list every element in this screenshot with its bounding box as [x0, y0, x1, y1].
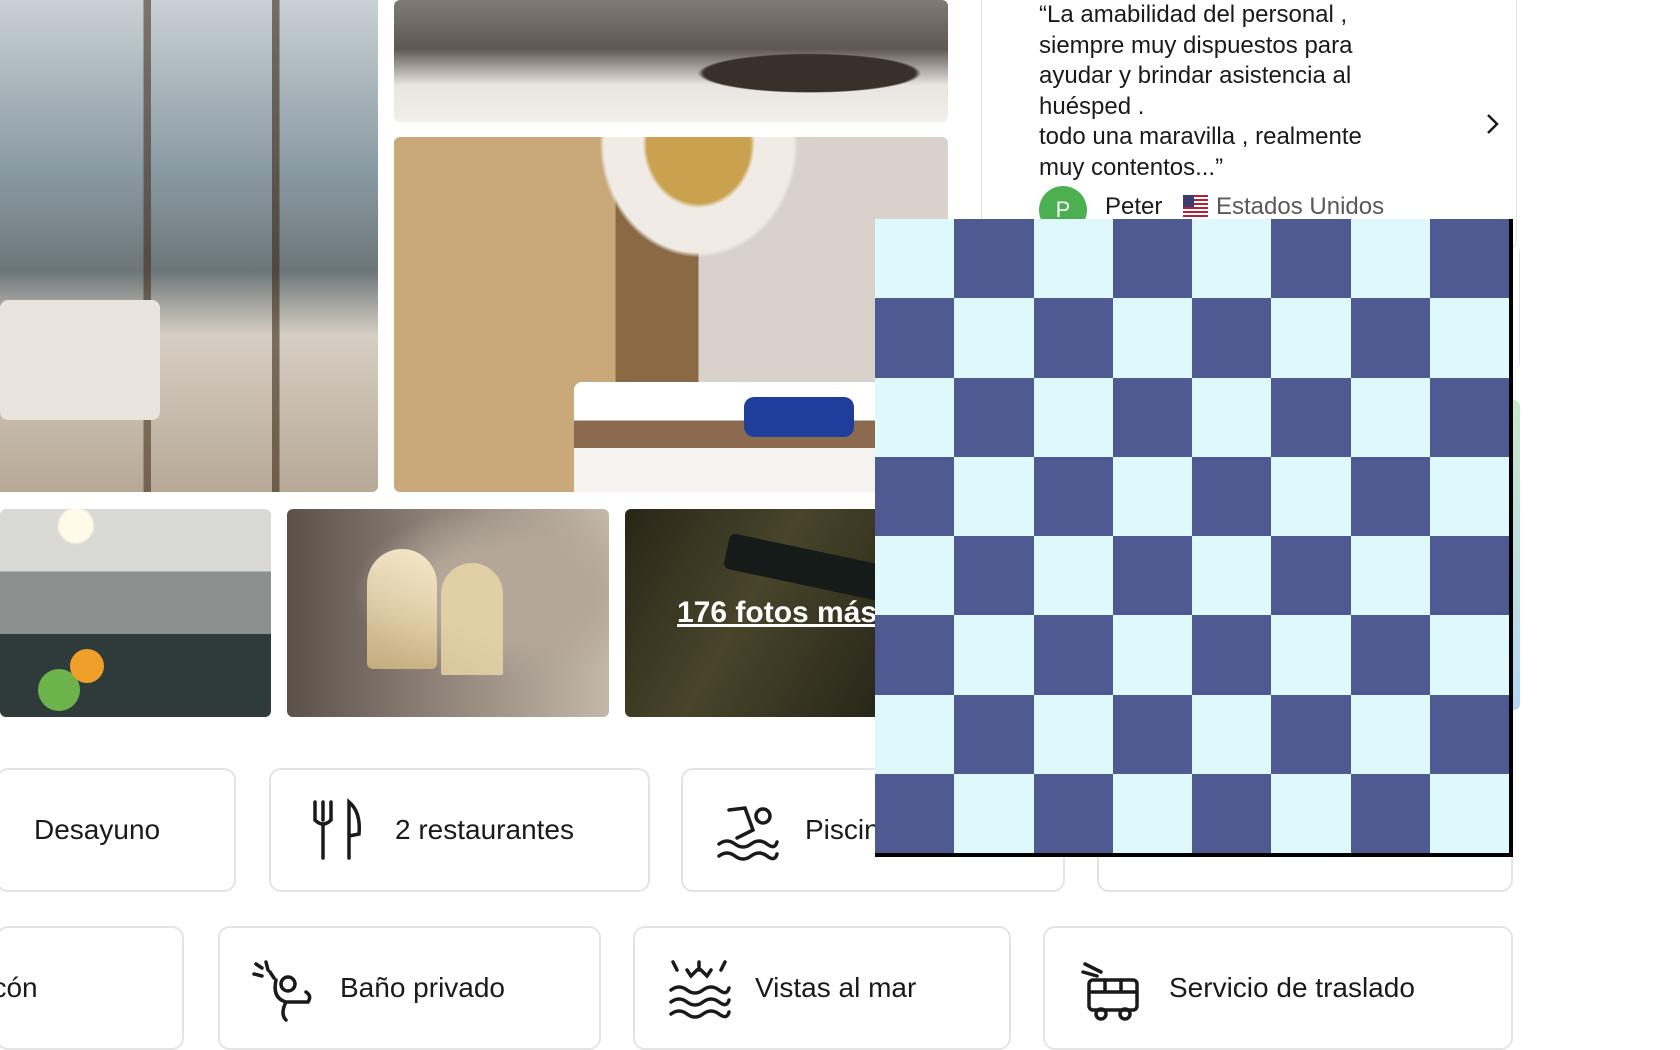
- checker-cell: [954, 456, 1034, 536]
- checkerboard-overlay: [875, 219, 1513, 857]
- checker-cell: [954, 536, 1034, 616]
- feature-shuttle[interactable]: Servicio de traslado: [1043, 926, 1513, 1050]
- checker-cell: [1429, 536, 1509, 616]
- checker-cell: [875, 536, 955, 616]
- checker-cell: [1192, 615, 1272, 695]
- checker-cell: [1112, 298, 1192, 378]
- checker-cell: [1350, 219, 1430, 299]
- checker-cell: [1271, 377, 1351, 457]
- photo-living-room[interactable]: [0, 0, 378, 492]
- checker-cell: [1271, 456, 1351, 536]
- reviewer-name: Peter: [1105, 193, 1163, 220]
- checker-cell: [1192, 219, 1272, 299]
- checker-cell: [1112, 773, 1192, 853]
- checker-cell: [1033, 377, 1113, 457]
- feature-restaurants[interactable]: 2 restaurantes: [269, 768, 650, 892]
- checker-cell: [1033, 456, 1113, 536]
- swimming-icon: [715, 800, 779, 864]
- shuttle-bus-icon: [1081, 958, 1145, 1022]
- photo-champagne-toast[interactable]: [287, 509, 609, 717]
- checker-cell: [1271, 773, 1351, 853]
- checker-cell: [875, 456, 955, 536]
- fork-knife-icon: [305, 798, 369, 862]
- review-quote: “La amabilidad del personal , siempre mu…: [1039, 1, 1362, 181]
- checker-cell: [954, 219, 1034, 299]
- checker-cell: [954, 377, 1034, 457]
- reviewer-country: Estados Unidos: [1216, 193, 1385, 220]
- checker-cell: [1429, 773, 1509, 853]
- checker-cell: [1112, 615, 1192, 695]
- checker-cell: [1350, 536, 1430, 616]
- feature-breakfast[interactable]: Desayuno: [0, 768, 236, 892]
- checker-cell: [1350, 615, 1430, 695]
- checker-cell: [1429, 456, 1509, 536]
- checker-cell: [1271, 536, 1351, 616]
- checker-cell: [1192, 694, 1272, 774]
- feature-balcony[interactable]: Balcón: [0, 926, 184, 1050]
- checker-cell: [1192, 773, 1272, 853]
- photo-bedroom[interactable]: [394, 137, 948, 492]
- feature-label: Servicio de traslado: [1169, 972, 1415, 1003]
- more-photos-link[interactable]: 176 fotos más: [677, 596, 877, 630]
- feature-label: Vistas al mar: [755, 972, 917, 1003]
- checker-cell: [1271, 615, 1351, 695]
- feature-label: 2 restaurantes: [395, 814, 574, 845]
- checker-cell: [1033, 694, 1113, 774]
- checker-cell: [875, 773, 955, 853]
- checker-cell: [1429, 694, 1509, 774]
- checker-cell: [954, 773, 1034, 853]
- checker-cell: [1112, 219, 1192, 299]
- photo-gym[interactable]: [0, 509, 271, 717]
- checker-cell: [1033, 219, 1113, 299]
- checker-cell: [1192, 536, 1272, 616]
- checker-cell: [1033, 773, 1113, 853]
- checker-cell: [1350, 694, 1430, 774]
- checker-cell: [1033, 615, 1113, 695]
- checker-cell: [1429, 615, 1509, 695]
- checker-cell: [875, 694, 955, 774]
- checker-cell: [1192, 298, 1272, 378]
- feature-private-bath[interactable]: Baño privado: [218, 926, 601, 1050]
- checker-cell: [954, 694, 1034, 774]
- checker-cell: [1112, 694, 1192, 774]
- checker-cell: [1192, 377, 1272, 457]
- feature-sea-view[interactable]: Vistas al mar: [633, 926, 1011, 1050]
- checker-cell: [1033, 536, 1113, 616]
- checker-cell: [1429, 298, 1509, 378]
- checker-cell: [1271, 298, 1351, 378]
- checker-cell: [875, 615, 955, 695]
- chevron-right-icon[interactable]: [1476, 108, 1508, 140]
- feature-label: Desayuno: [34, 814, 161, 845]
- checker-cell: [954, 298, 1034, 378]
- checker-cell: [1350, 298, 1430, 378]
- checker-cell: [1033, 298, 1113, 378]
- feature-label: Baño privado: [340, 972, 506, 1003]
- checker-cell: [954, 615, 1034, 695]
- checker-cell: [1271, 219, 1351, 299]
- us-flag-icon: [1183, 195, 1208, 219]
- checker-cell: [1112, 377, 1192, 457]
- checker-cell: [1192, 456, 1272, 536]
- checker-cell: [1112, 456, 1192, 536]
- checker-cell: [1350, 377, 1430, 457]
- checker-cell: [1350, 773, 1430, 853]
- checker-cell: [875, 377, 955, 457]
- feature-label: Balcón: [0, 972, 38, 1003]
- checker-cell: [1350, 456, 1430, 536]
- checker-cell: [875, 219, 955, 299]
- checker-cell: [1112, 536, 1192, 616]
- photo-butler-service[interactable]: [394, 0, 948, 122]
- checker-cell: [875, 298, 955, 378]
- checker-cell: [1429, 219, 1509, 299]
- shower-icon: [252, 958, 316, 1022]
- sea-view-icon: [667, 958, 731, 1022]
- checker-cell: [1429, 377, 1509, 457]
- checker-cell: [1271, 694, 1351, 774]
